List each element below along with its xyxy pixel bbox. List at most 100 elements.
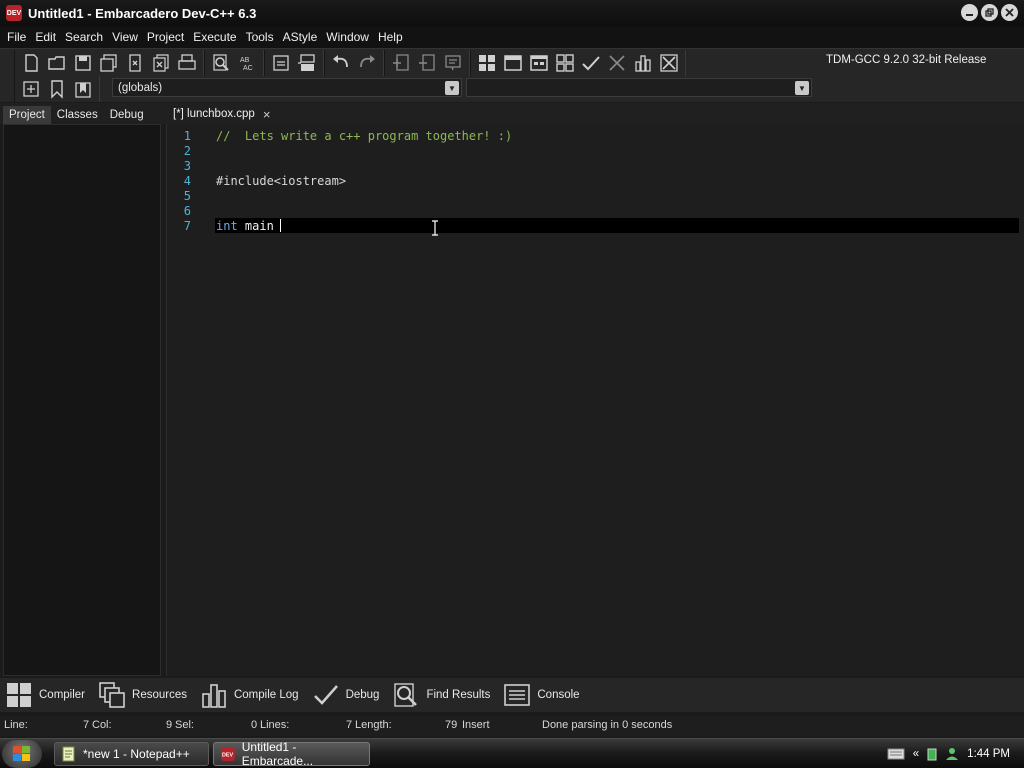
- restore-button[interactable]: [981, 4, 998, 21]
- status-insert-mode: Insert: [462, 719, 490, 731]
- goto-bookmark-button[interactable]: [70, 77, 96, 101]
- compiler-grid-icon: [7, 683, 31, 707]
- status-line-value: 7: [83, 719, 90, 731]
- compile-run-icon: [530, 54, 548, 71]
- close-all-icon: [153, 53, 169, 72]
- menu-help[interactable]: Help: [374, 30, 408, 44]
- insert-button[interactable]: [18, 77, 44, 101]
- tab-console-label: Console: [537, 689, 580, 701]
- windows-logo-icon: [13, 746, 30, 761]
- user-network-icon[interactable]: [945, 747, 959, 761]
- tab-find-results[interactable]: Find Results: [393, 682, 490, 708]
- chevron-down-icon[interactable]: ▼: [795, 81, 809, 95]
- comment-button[interactable]: [268, 51, 294, 75]
- taskbar-item-notepad[interactable]: *new 1 - Notepad++: [54, 742, 209, 766]
- rebuild-button[interactable]: [552, 51, 578, 75]
- save-icon: [75, 54, 91, 71]
- compile-run-button[interactable]: [526, 51, 552, 75]
- tab-resources[interactable]: Resources: [99, 682, 187, 708]
- menu-search[interactable]: Search: [61, 30, 108, 44]
- close-all-button[interactable]: [148, 51, 174, 75]
- new-file-button[interactable]: [18, 51, 44, 75]
- menu-file[interactable]: File: [3, 30, 31, 44]
- menu-project[interactable]: Project: [143, 30, 189, 44]
- open-file-button[interactable]: [44, 51, 70, 75]
- save-button[interactable]: [70, 51, 96, 75]
- menu-window[interactable]: Window: [322, 30, 374, 44]
- find-button[interactable]: [208, 51, 234, 75]
- tray-overflow-button[interactable]: «: [913, 748, 919, 760]
- stop-execution-button[interactable]: [604, 51, 630, 75]
- menu-execute[interactable]: Execute: [189, 30, 241, 44]
- project-options-icon: [445, 54, 461, 70]
- run-button[interactable]: [500, 51, 526, 75]
- keyboard-icon[interactable]: [887, 747, 905, 761]
- project-options-button[interactable]: [440, 51, 466, 75]
- compiler-select[interactable]: TDM-GCC 9.2.0 32-bit Release: [820, 50, 1020, 70]
- replace-icon: ABAC: [240, 57, 253, 72]
- scope-select[interactable]: (globals) ▼: [112, 78, 462, 97]
- tab-compiler[interactable]: Compiler: [6, 682, 85, 708]
- print-button[interactable]: [174, 51, 200, 75]
- tab-project[interactable]: Project: [3, 106, 51, 124]
- folder-open-icon: [48, 55, 65, 70]
- close-button[interactable]: [1001, 4, 1018, 21]
- taskbar-item-devcpp[interactable]: DEV Untitled1 - Embarcade...: [213, 740, 370, 768]
- remove-from-project-button[interactable]: [414, 51, 440, 75]
- code-line-comment: // Lets write a c++ program together! :): [216, 129, 513, 143]
- battery-icon[interactable]: [927, 747, 937, 761]
- tab-find-results-label: Find Results: [426, 689, 491, 701]
- current-line-highlight: [215, 218, 1019, 233]
- tab-classes[interactable]: Classes: [51, 106, 104, 124]
- line-number: 2: [183, 144, 191, 158]
- menu-edit[interactable]: Edit: [31, 30, 61, 44]
- line-number: 7: [183, 219, 191, 233]
- editor-tabs: [*] lunchbox.cpp ×: [165, 103, 1024, 124]
- close-tab-icon[interactable]: ×: [263, 107, 271, 122]
- toggle-bookmark-button[interactable]: [44, 77, 70, 101]
- minimize-button[interactable]: [961, 4, 978, 21]
- save-all-button[interactable]: [96, 51, 122, 75]
- profile-button[interactable]: [630, 51, 656, 75]
- run-window-icon: [504, 54, 522, 71]
- svg-text:AC: AC: [243, 65, 253, 72]
- line-number: 3: [183, 159, 191, 173]
- tab-console[interactable]: Console: [504, 682, 580, 708]
- save-all-icon: [100, 53, 117, 72]
- menu-astyle[interactable]: AStyle: [279, 30, 323, 44]
- compile-button[interactable]: [474, 51, 500, 75]
- menu-view[interactable]: View: [108, 30, 143, 44]
- add-to-project-button[interactable]: [388, 51, 414, 75]
- print-icon: [178, 53, 196, 70]
- menu-tools[interactable]: Tools: [242, 30, 279, 44]
- tab-compiler-label: Compiler: [39, 689, 86, 701]
- taskbar: *new 1 - Notepad++ DEV Untitled1 - Embar…: [0, 738, 1024, 768]
- close-file-button[interactable]: [122, 51, 148, 75]
- line-number: 4: [183, 174, 191, 188]
- status-col-value: 9: [166, 719, 173, 731]
- tab-debug-output[interactable]: Debug: [313, 682, 379, 708]
- tab-compile-log[interactable]: Compile Log: [201, 682, 299, 708]
- chevron-down-icon[interactable]: ▼: [445, 81, 459, 95]
- tab-debug[interactable]: Debug: [104, 106, 150, 124]
- undo-button[interactable]: [328, 51, 354, 75]
- code-editor[interactable]: 1 2 3 4 5 6 7 // Lets write a c++ progra…: [166, 124, 1024, 676]
- delete-profile-button[interactable]: [656, 51, 682, 75]
- start-button[interactable]: [2, 740, 42, 768]
- status-length-value: 79: [445, 719, 458, 731]
- syntax-check-button[interactable]: [578, 51, 604, 75]
- magnifier-icon: [394, 683, 418, 707]
- close-icon: [1005, 8, 1014, 17]
- checkmark-icon: [582, 55, 600, 70]
- tab-lunchbox-cpp[interactable]: [*] lunchbox.cpp ×: [165, 104, 276, 124]
- tray-clock[interactable]: 1:44 PM: [967, 748, 1010, 760]
- compile-grid-icon: [479, 54, 495, 71]
- project-browser[interactable]: [3, 124, 161, 676]
- member-select[interactable]: ▼: [466, 78, 812, 97]
- redo-button[interactable]: [354, 51, 380, 75]
- replace-button[interactable]: AB AC: [234, 51, 260, 75]
- status-bar: Line: 7 Col: 9 Sel: 0 Lines: 7 Length: 7…: [0, 716, 1024, 736]
- left-panel-tabs: Project Classes Debug: [0, 103, 165, 124]
- toggle-split-button[interactable]: [294, 51, 320, 75]
- split-icon: [298, 53, 315, 71]
